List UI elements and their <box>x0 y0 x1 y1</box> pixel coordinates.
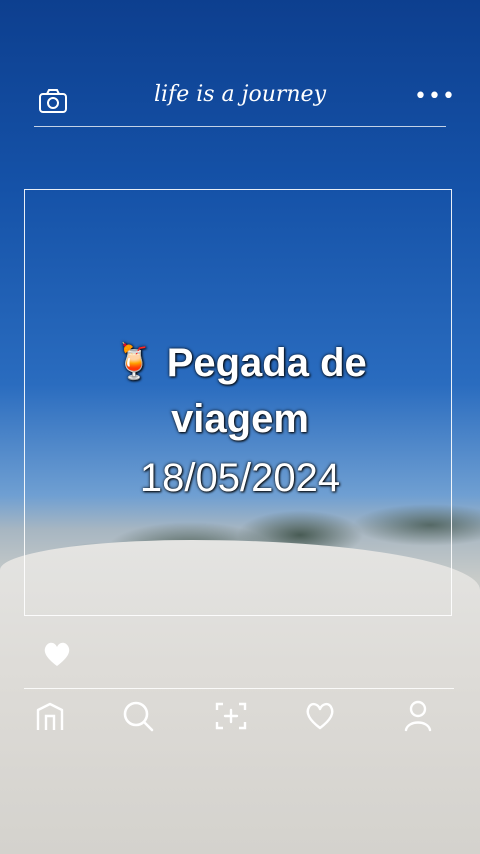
heart-icon[interactable] <box>302 698 338 734</box>
profile-icon[interactable] <box>400 698 436 734</box>
more-options-icon[interactable]: ••• <box>414 86 455 110</box>
post-title: 🍹 Pegada de viagem <box>0 334 480 447</box>
bottom-nav <box>0 698 480 738</box>
search-icon[interactable] <box>120 698 156 734</box>
add-photo-icon[interactable] <box>213 698 249 734</box>
home-icon[interactable] <box>32 698 68 734</box>
post-date: 18/05/2024 <box>139 456 341 500</box>
top-bar: life is a journey ••• <box>34 78 455 127</box>
bottom-nav-divider <box>24 688 454 689</box>
heart-filled-icon[interactable] <box>42 640 72 668</box>
cocktail-emoji: 🍹 <box>113 343 156 381</box>
title-line-1: Pegada de <box>166 341 367 385</box>
brand-title: life is a journey <box>153 82 327 107</box>
title-line-2: viagem <box>171 397 309 441</box>
